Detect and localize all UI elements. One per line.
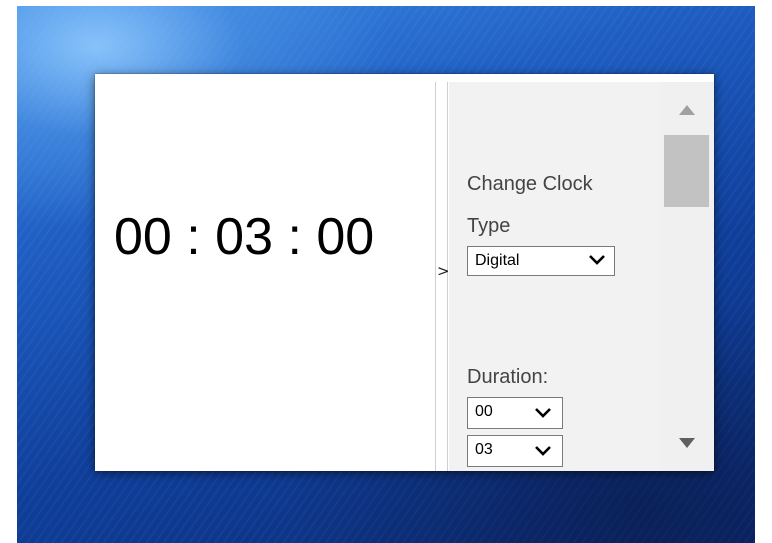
chevron-down-icon	[589, 255, 605, 265]
clock-type-value: Digital	[475, 252, 520, 269]
settings-panel: Change Clock Type Digital Duration: 00 0…	[449, 82, 660, 471]
duration-hours-value: 00	[475, 403, 493, 420]
duration-minutes-select[interactable]: 03	[467, 435, 563, 467]
splitter-line-left	[435, 82, 436, 471]
clock-display-area: 00 : 03 : 00	[95, 74, 435, 471]
change-clock-label: Change Clock	[467, 173, 593, 195]
duration-label: Duration:	[467, 366, 549, 388]
chevron-down-icon	[535, 408, 551, 418]
scroll-up-arrow-icon[interactable]	[678, 104, 696, 116]
duration-hours-select[interactable]: 00	[467, 397, 563, 429]
desktop-background: 00 : 03 : 00 > Change Clock Type Digital…	[17, 6, 755, 543]
countdown-clock-widget: 00 : 03 : 00 > Change Clock Type Digital…	[95, 74, 714, 471]
scroll-down-arrow-icon[interactable]	[678, 437, 696, 449]
duration-minutes-value: 03	[475, 441, 493, 458]
type-label: Type	[467, 215, 511, 237]
panel-toggle-button[interactable]: >	[437, 262, 450, 280]
chevron-down-icon	[535, 446, 551, 456]
clock-time-readout: 00 : 03 : 00	[114, 208, 375, 266]
clock-type-select[interactable]: Digital	[467, 246, 615, 276]
scroll-thumb[interactable]	[664, 135, 709, 207]
settings-scrollbar[interactable]	[660, 82, 714, 471]
